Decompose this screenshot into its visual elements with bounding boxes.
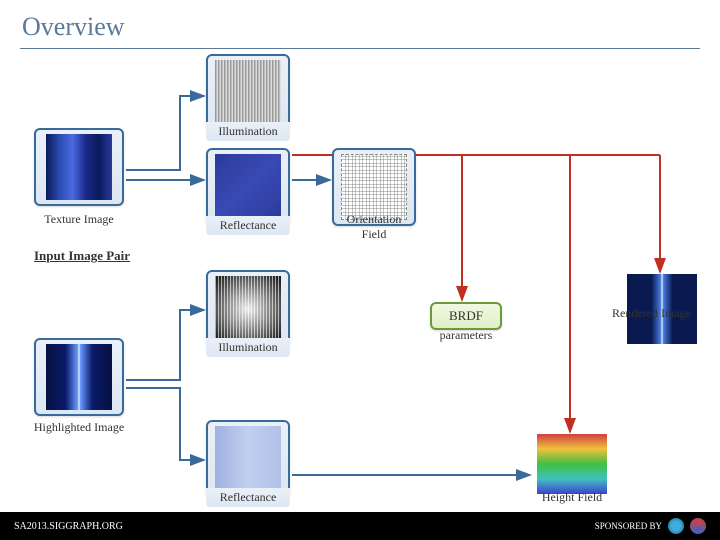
highlighted-image-node (34, 338, 124, 416)
reflectance-bottom-thumb (215, 426, 281, 492)
brdf-label: BRDF (449, 308, 483, 323)
footer-bar: SA2013.SIGGRAPH.ORG SPONSORED BY (0, 512, 720, 540)
footer-left: SA2013.SIGGRAPH.ORG (14, 521, 123, 532)
orientation-field-thumb (341, 154, 407, 220)
reflectance-top-thumb (215, 154, 281, 220)
sponsor-icon-2 (690, 518, 706, 534)
illumination-top-label: Illumination (206, 122, 290, 141)
illumination-bottom-thumb (215, 276, 281, 342)
reflectance-top-label: Reflectance (206, 216, 290, 235)
brdf-sub-label: parameters (420, 328, 512, 343)
title-divider (20, 48, 700, 49)
footer-right: SPONSORED BY (595, 518, 706, 534)
height-field-thumb (537, 434, 607, 494)
reflectance-top-node (206, 148, 290, 226)
texture-image-thumb (46, 134, 112, 200)
rendered-image-label: Rendered Image (612, 306, 720, 321)
texture-image-node (34, 128, 124, 206)
illumination-bottom-node (206, 270, 290, 348)
reflectance-bottom-node (206, 420, 290, 498)
reflectance-bottom-label: Reflectance (206, 488, 290, 507)
sponsor-icon-1 (668, 518, 684, 534)
input-image-pair-label: Input Image Pair (34, 248, 130, 264)
illumination-bottom-label: Illumination (206, 338, 290, 357)
flow-arrows (0, 0, 720, 540)
orientation-field-label: Orientation Field (332, 212, 416, 242)
illumination-top-thumb (215, 60, 281, 126)
height-field-node (535, 434, 609, 494)
brdf-node: BRDF (430, 302, 502, 330)
texture-image-label: Texture Image (34, 212, 124, 227)
page-title: Overview (0, 0, 720, 48)
highlighted-image-thumb (46, 344, 112, 410)
footer-sponsor-text: SPONSORED BY (595, 521, 662, 531)
highlighted-image-label: Highlighted Image (26, 420, 132, 435)
height-field-label: Height Field (522, 490, 622, 505)
illumination-top-node (206, 54, 290, 132)
